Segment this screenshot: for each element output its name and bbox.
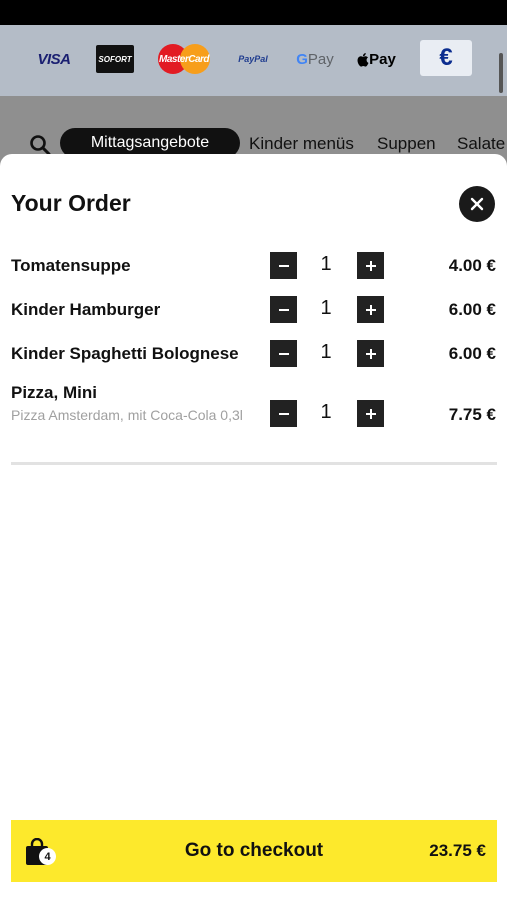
increase-button[interactable] (357, 340, 384, 367)
paypal-logo: PayPal (233, 45, 273, 73)
divider (11, 462, 497, 465)
checkout-button[interactable]: 4 Go to checkout 23.75 € (11, 820, 497, 882)
visa-logo: VISA (34, 45, 74, 73)
item-price: 7.75 € (448, 405, 496, 424)
item-quantity: 1 (320, 297, 332, 319)
increase-button[interactable] (357, 252, 384, 279)
item-quantity: 1 (320, 401, 332, 423)
item-name: Tomatensuppe (11, 256, 131, 275)
plus-icon (365, 348, 376, 359)
close-icon (470, 197, 484, 211)
euro-label: € (439, 44, 453, 71)
increase-button[interactable] (357, 296, 384, 323)
euro-currency-button[interactable]: € (420, 40, 472, 76)
item-quantity: 1 (320, 253, 332, 275)
gpay-text: Pay (307, 50, 334, 68)
item-description: Pizza Amsterdam, mit Coca-Cola 0,3l (11, 407, 243, 423)
sofort-logo: SOFORT (96, 45, 134, 73)
mastercard-logo: MasterCard (158, 44, 210, 74)
checkout-label: Go to checkout (184, 840, 324, 861)
close-button[interactable] (459, 186, 495, 222)
checkout-total: 23.75 € (429, 841, 486, 860)
item-name: Kinder Hamburger (11, 300, 161, 319)
paypal-label: PayPal (238, 54, 268, 64)
google-pay-logo: G Pay (295, 45, 335, 73)
decrease-button[interactable] (270, 296, 297, 323)
item-quantity: 1 (320, 341, 332, 363)
apple-icon (357, 52, 369, 67)
minus-icon (278, 352, 289, 355)
applepay-label: Pay (369, 50, 396, 68)
item-price: 6.00 € (448, 344, 496, 363)
gpay-g: G (296, 50, 308, 68)
increase-button[interactable] (357, 400, 384, 427)
apple-pay-logo: Pay (355, 45, 397, 73)
decrease-button[interactable] (270, 400, 297, 427)
plus-icon (365, 408, 376, 419)
plus-icon (365, 260, 376, 271)
scrollbar[interactable] (499, 53, 503, 93)
minus-icon (278, 412, 289, 415)
order-title: Your Order (11, 190, 131, 216)
category-tab-suppen[interactable]: Suppen (377, 134, 436, 154)
status-bar (0, 0, 507, 25)
sofort-label: SOFORT (98, 54, 132, 64)
mastercard-label: MasterCard (158, 53, 210, 65)
item-price: 4.00 € (448, 256, 496, 275)
plus-icon (365, 304, 376, 315)
item-price: 6.00 € (448, 300, 496, 319)
minus-icon (278, 308, 289, 311)
item-name: Kinder Spaghetti Bolognese (11, 344, 239, 363)
visa-label: VISA (37, 50, 71, 68)
decrease-button[interactable] (270, 252, 297, 279)
category-tab-salate[interactable]: Salate (457, 134, 505, 154)
category-tab-kinder-menus[interactable]: Kinder menüs (249, 134, 354, 154)
minus-icon (278, 264, 289, 267)
order-sheet: Your Order Tomatensuppe 1 4.00 € Kinder … (0, 154, 507, 900)
payment-methods-bar: VISA SOFORT MasterCard PayPal G Pay Pay € (0, 25, 507, 96)
search-icon[interactable] (29, 134, 51, 156)
item-name: Pizza, Mini (11, 383, 97, 402)
decrease-button[interactable] (270, 340, 297, 367)
